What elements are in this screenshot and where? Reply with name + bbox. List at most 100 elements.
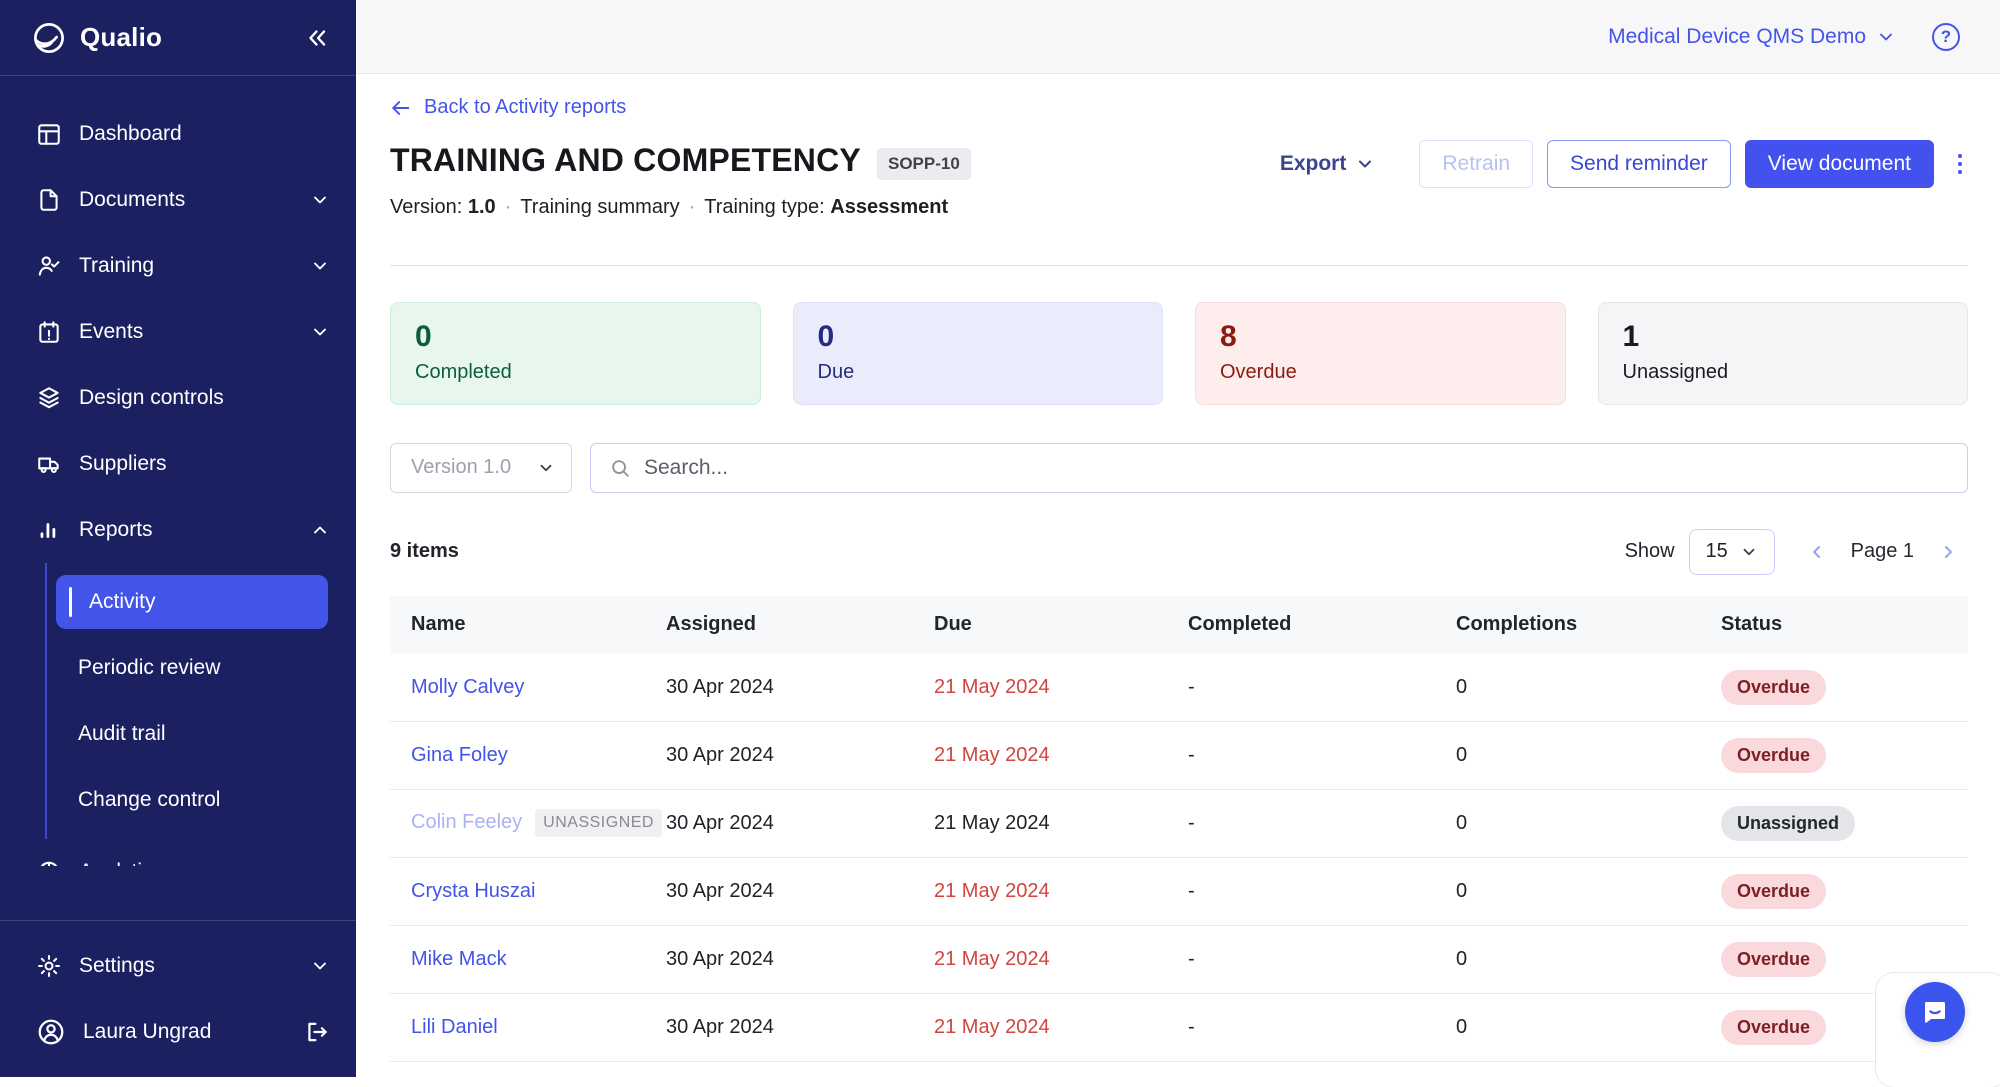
type-value: Assessment xyxy=(830,195,949,218)
completions-count: 0 xyxy=(1456,1015,1468,1038)
trainee-name-link[interactable]: Gina Foley xyxy=(411,744,508,766)
meta-separator: · xyxy=(688,195,696,218)
completed-date: - xyxy=(1188,675,1195,698)
sidebar-item-settings[interactable]: Settings xyxy=(0,933,356,999)
header-actions: Export Retrain Send reminder View docume… xyxy=(1280,140,1968,188)
chevron-down-icon xyxy=(1359,160,1372,168)
trainee-name-link[interactable]: Crysta Huszai xyxy=(411,880,535,902)
table-row: Mike Mack 30 Apr 2024 21 May 2024 - 0 Ov… xyxy=(390,926,1968,994)
assigned-date: 30 Apr 2024 xyxy=(666,1015,774,1038)
sidebar-item-analytics[interactable]: Analytics xyxy=(0,839,356,866)
sidebar-nav: Dashboard Documents Training Events Desi… xyxy=(0,76,356,866)
version-filter-value: Version 1.0 xyxy=(411,456,512,478)
chevron-up-icon xyxy=(310,520,330,540)
calendar-alert-icon xyxy=(36,319,62,345)
view-document-button[interactable]: View document xyxy=(1744,140,1934,188)
column-header: Due xyxy=(934,613,972,635)
column-header: Completed xyxy=(1188,613,1292,635)
sidebar-item-periodic-review[interactable]: Periodic review xyxy=(47,635,356,701)
arrow-left-icon xyxy=(392,100,410,115)
items-count: 9 items xyxy=(390,540,459,562)
chevron-left-icon[interactable] xyxy=(1797,538,1837,566)
completed-date: - xyxy=(1188,1015,1195,1038)
sidebar-item-label: Change control xyxy=(78,788,221,811)
search-input[interactable] xyxy=(644,455,1949,480)
trainee-name-link[interactable]: Mike Mack xyxy=(411,948,507,970)
topbar: Medical Device QMS Demo ? xyxy=(356,0,2000,74)
due-date: 21 May 2024 xyxy=(934,1015,1050,1038)
divider xyxy=(390,264,1968,266)
stat-value: 8 xyxy=(1220,319,1237,353)
stat-value: 0 xyxy=(817,319,835,353)
column-header: Assigned xyxy=(666,613,757,635)
bar-chart-icon xyxy=(36,517,62,543)
trainee-name-link[interactable]: Colin Feeley xyxy=(411,811,522,833)
sidebar-item-change-control[interactable]: Change control xyxy=(47,767,356,833)
back-link[interactable]: Back to Activity reports xyxy=(390,96,626,119)
sidebar-item-suppliers[interactable]: Suppliers xyxy=(0,431,356,497)
stat-value: 0 xyxy=(415,319,432,353)
sidebar-item-label: Design controls xyxy=(79,386,224,409)
sidebar-user-row[interactable]: Laura Ungrad xyxy=(0,999,356,1065)
sidebar-item-dashboard[interactable]: Dashboard xyxy=(0,101,356,167)
more-options-icon[interactable] xyxy=(1952,148,1968,180)
page-size-select[interactable]: 15 xyxy=(1688,528,1775,575)
sidebar-item-label: Activity xyxy=(89,590,156,613)
help-icon[interactable]: ? xyxy=(1932,22,1960,51)
send-reminder-button[interactable]: Send reminder xyxy=(1547,140,1731,188)
sidebar-item-documents[interactable]: Documents xyxy=(0,167,356,233)
assigned-date: 30 Apr 2024 xyxy=(666,675,774,698)
sidebar-item-audit-trail[interactable]: Audit trail xyxy=(47,701,356,767)
stat-label: Completed xyxy=(415,360,512,383)
sidebar-item-label: Suppliers xyxy=(79,452,167,475)
user-avatar-icon xyxy=(36,1017,66,1047)
stat-label: Overdue xyxy=(1220,360,1297,383)
sidebar: Qualio Dashboard Documents Training Even… xyxy=(0,0,356,1077)
unassigned-badge: UNASSIGNED xyxy=(535,809,662,837)
person-check-icon xyxy=(36,253,62,279)
type-label: Training type: xyxy=(704,195,825,218)
filter-row: Version 1.0 xyxy=(390,442,1968,493)
completed-date: - xyxy=(1188,879,1195,902)
version-value: 1.0 xyxy=(467,195,496,218)
trainee-name-link[interactable]: Lili Daniel xyxy=(411,1016,498,1038)
back-link-label: Back to Activity reports xyxy=(424,96,627,118)
chevron-right-icon[interactable] xyxy=(1928,538,1968,566)
show-label: Show xyxy=(1624,540,1675,562)
sidebar-item-label: Analytics xyxy=(79,860,163,866)
stat-card-overdue: 8 Overdue xyxy=(1195,301,1566,405)
chat-launcher-button[interactable] xyxy=(1905,982,1965,1042)
export-label: Export xyxy=(1279,152,1347,175)
search-box xyxy=(590,442,1968,493)
trainee-name-link[interactable]: Molly Calvey xyxy=(411,676,524,698)
sidebar-item-training[interactable]: Training xyxy=(0,233,356,299)
logo-text: Qualio xyxy=(80,22,163,52)
chevron-down-icon xyxy=(310,190,330,210)
workspace-switcher[interactable]: Medical Device QMS Demo xyxy=(1608,25,1896,49)
table-row: Molly Calvey 30 Apr 2024 21 May 2024 - 0… xyxy=(390,654,1968,722)
completions-count: 0 xyxy=(1456,947,1468,970)
sidebar-item-label: Training xyxy=(79,254,155,277)
chevron-down-icon xyxy=(537,459,555,477)
sidebar-item-design-controls[interactable]: Design controls xyxy=(0,365,356,431)
stat-cards: 0 Completed 0 Due 8 Overdue 1 Unassigned xyxy=(390,301,1968,405)
status-badge: Overdue xyxy=(1721,1009,1827,1045)
logout-icon[interactable] xyxy=(304,1019,330,1045)
completed-date: - xyxy=(1188,811,1195,834)
status-badge: Unassigned xyxy=(1721,805,1856,841)
sidebar-collapse-icon[interactable] xyxy=(304,25,330,51)
retrain-button[interactable]: Retrain xyxy=(1419,140,1534,188)
assigned-date: 30 Apr 2024 xyxy=(666,811,774,834)
export-button[interactable]: Export xyxy=(1280,152,1376,176)
completed-date: - xyxy=(1188,947,1195,970)
version-filter-select[interactable]: Version 1.0 xyxy=(390,442,572,493)
due-date: 21 May 2024 xyxy=(934,743,1050,766)
document-icon xyxy=(36,187,62,213)
page-title: TRAINING AND COMPETENCY xyxy=(390,142,861,178)
table-row: Crysta Huszai 30 Apr 2024 21 May 2024 - … xyxy=(390,858,1968,926)
column-header: Status xyxy=(1721,613,1783,635)
sidebar-item-reports[interactable]: Reports xyxy=(0,497,356,563)
sidebar-item-activity[interactable]: Activity xyxy=(56,575,328,629)
sidebar-item-events[interactable]: Events xyxy=(0,299,356,365)
table-row: Lili Daniel 30 Apr 2024 21 May 2024 - 0 … xyxy=(390,994,1968,1062)
